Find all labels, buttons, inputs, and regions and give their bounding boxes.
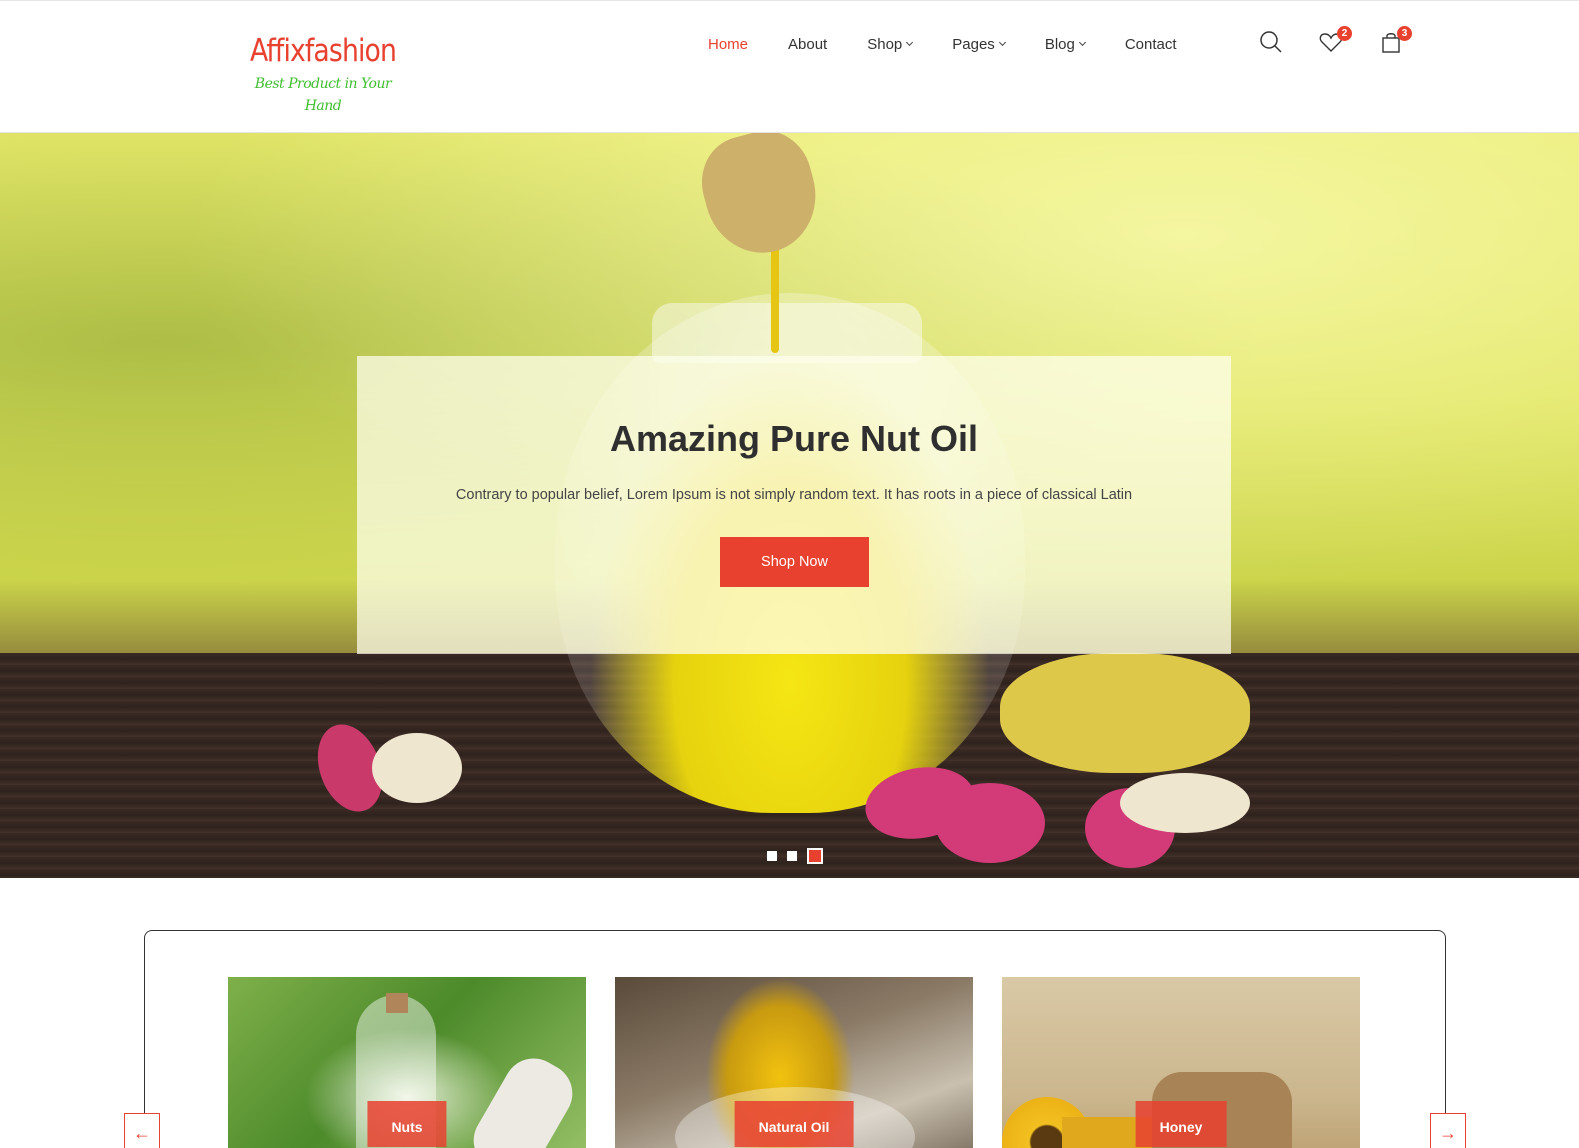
slider-dot-2[interactable]	[787, 851, 797, 861]
hero-description: Contrary to popular belief, Lorem Ipsum …	[455, 487, 1133, 503]
category-card-natural-oil[interactable]: Natural Oil	[615, 977, 973, 1148]
nav-blog[interactable]: Blog	[1044, 35, 1086, 53]
search-icon	[1260, 31, 1282, 53]
hero-title: Amazing Pure Nut Oil	[609, 418, 979, 459]
main-nav: Home About Shop Pages Blog Contact	[708, 34, 1217, 54]
hero-caption-box: Amazing Pure Nut Oil Contrary to popular…	[357, 356, 1231, 654]
hero-slider: Amazing Pure Nut Oil Contrary to popular…	[0, 133, 1579, 878]
category-label-natural-oil: Natural Oil	[734, 1101, 854, 1147]
logo[interactable]: Affixfashion Best Product in Your Hand	[238, 31, 408, 114]
slider-dots	[767, 848, 833, 864]
nav-pages-label: Pages	[952, 35, 995, 53]
nav-pages[interactable]: Pages	[952, 35, 1006, 53]
nav-home[interactable]: Home	[708, 36, 748, 53]
wishlist-button[interactable]: 2	[1318, 26, 1352, 57]
wishlist-count-badge: 2	[1337, 26, 1352, 41]
category-card-honey[interactable]: Honey	[1002, 977, 1360, 1148]
nav-contact[interactable]: Contact	[1125, 36, 1177, 53]
nav-home-label: Home	[708, 35, 749, 53]
nav-shop[interactable]: Shop	[867, 35, 914, 53]
logo-tagline: Best Product in Your Hand	[254, 76, 392, 114]
nav-blog-label: Blog	[1044, 35, 1075, 53]
category-card-nuts[interactable]: Nuts	[228, 977, 586, 1148]
peanut-kernel-image	[372, 733, 462, 803]
slider-dot-1[interactable]	[767, 851, 777, 861]
site-header: Affixfashion Best Product in Your Hand H…	[0, 0, 1579, 133]
arrow-left-icon: ←	[133, 1123, 151, 1143]
slider-dot-3[interactable]	[807, 848, 823, 864]
nav-contact-label: Contact	[1124, 35, 1177, 53]
peanut-kernel-image	[935, 783, 1045, 863]
category-label-honey: Honey	[1135, 1101, 1227, 1147]
oil-jar-neck	[652, 303, 922, 363]
oil-drip-image	[771, 243, 779, 353]
peanut-shell-image	[1000, 653, 1250, 773]
chevron-down-icon	[1078, 38, 1086, 46]
mortar-image	[462, 1047, 584, 1148]
chevron-down-icon	[906, 38, 914, 46]
peanut-kernel-image	[1120, 773, 1250, 833]
nav-shop-label: Shop	[867, 35, 903, 53]
search-button[interactable]	[1258, 29, 1286, 57]
category-label-nuts: Nuts	[367, 1101, 447, 1147]
cart-count-badge: 3	[1397, 26, 1412, 41]
carousel-next-button[interactable]: →	[1430, 1113, 1466, 1148]
logo-title: Affixfashion	[249, 33, 397, 69]
cart-button[interactable]: 3	[1378, 26, 1412, 57]
shop-now-button[interactable]: Shop Now	[720, 537, 869, 587]
cork-image	[386, 993, 408, 1013]
nav-about-label: About	[788, 35, 828, 53]
chevron-down-icon	[998, 38, 1006, 46]
arrow-right-icon: →	[1439, 1123, 1457, 1143]
carousel-prev-button[interactable]: ←	[124, 1113, 160, 1148]
nav-about[interactable]: About	[788, 36, 827, 53]
